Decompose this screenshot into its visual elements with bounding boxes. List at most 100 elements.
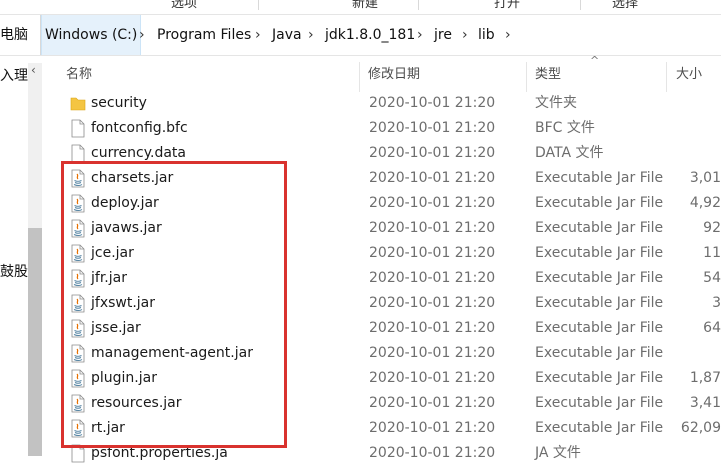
file-row[interactable]: javaws.jar 2020-10-01 21:20 Executable Jar… (60, 216, 721, 241)
jar-icon (70, 194, 86, 213)
chevron-right-icon[interactable]: › (462, 15, 468, 55)
file-name[interactable]: jfr.jar (91, 266, 127, 291)
breadcrumb-java[interactable]: Java (272, 15, 302, 55)
chevron-left-icon[interactable]: ‹ (31, 63, 36, 77)
file-type: DATA 文件 (535, 145, 604, 161)
breadcrumb-jdk[interactable]: jdk1.8.0_181 (325, 15, 415, 55)
file-name[interactable]: currency.data (91, 141, 186, 166)
file-type: Executable Jar File (535, 395, 664, 411)
file-icon (70, 444, 86, 463)
breadcrumb-windows-c[interactable]: Windows (C:) (41, 15, 142, 55)
ribbon-separator (258, 0, 259, 10)
file-name[interactable]: deploy.jar (91, 191, 159, 216)
file-date: 2020-10-01 21:20 (369, 245, 496, 261)
file-date: 2020-10-01 21:20 (369, 420, 496, 436)
file-type: Executable Jar File (535, 295, 664, 311)
nav-item-fragment[interactable]: 入理 (0, 65, 28, 85)
file-row[interactable]: charsets.jar 2020-10-01 21:20 Executable J… (60, 166, 721, 191)
column-header-size[interactable]: 大小 (676, 56, 702, 94)
nav-scrollbar-thumb[interactable] (28, 228, 42, 456)
file-date: 2020-10-01 21:20 (369, 195, 496, 211)
chevron-right-icon[interactable]: › (417, 15, 423, 55)
file-row[interactable]: jfxswt.jar 2020-10-01 21:20 Executable Jar… (60, 291, 721, 316)
file-size: 11 (703, 245, 721, 261)
file-date: 2020-10-01 21:20 (369, 220, 496, 236)
file-date: 2020-10-01 21:20 (369, 370, 496, 386)
file-size: 92 (703, 220, 721, 236)
file-name[interactable]: security (91, 91, 147, 116)
file-row[interactable]: jce.jar 2020-10-01 21:20 Executable Jar Fi… (60, 241, 721, 266)
column-header-name[interactable]: 名称 (66, 56, 92, 94)
file-date: 2020-10-01 21:20 (369, 295, 496, 311)
file-row[interactable]: fontconfig.bfc 2020-10-01 21:20 BFC 文件 (60, 116, 721, 141)
file-row[interactable]: jfr.jar 2020-10-01 21:20 Executable Jar Fi… (60, 266, 721, 291)
file-row[interactable]: jsse.jar 2020-10-01 21:20 Executable Jar F… (60, 316, 721, 341)
file-size: 1,87 (689, 370, 721, 386)
ribbon-label-open[interactable]: 打开 (494, 0, 520, 11)
file-row[interactable]: plugin.jar 2020-10-01 21:20 Executable Jar… (60, 366, 721, 391)
file-row[interactable]: resources.jar 2020-10-01 21:20 Executable … (60, 391, 721, 416)
file-name[interactable]: fontconfig.bfc (91, 116, 188, 141)
file-row[interactable]: psfont.properties.ja 2020-10-01 21:20 JA 文… (60, 441, 721, 466)
file-name[interactable]: jfxswt.jar (91, 291, 155, 316)
file-type: Executable Jar File (535, 270, 664, 286)
jar-icon (70, 419, 86, 438)
file-icon (70, 144, 86, 163)
file-name[interactable]: psfont.properties.ja (91, 441, 228, 466)
file-row[interactable]: deploy.jar 2020-10-01 21:20 Executable Jar… (60, 191, 721, 216)
file-size: 62,09 (680, 420, 721, 436)
column-header-type[interactable]: 类型 (535, 56, 561, 94)
file-type: 文件夹 (535, 95, 577, 111)
jar-icon (70, 319, 86, 338)
ribbon-label-new[interactable]: 新建 (352, 0, 378, 11)
chevron-right-icon[interactable]: › (308, 15, 314, 55)
file-type: Executable Jar File (535, 420, 664, 436)
file-row[interactable]: management-agent.jar 2020-10-01 21:20 Exec… (60, 341, 721, 366)
file-type: JA 文件 (535, 445, 581, 461)
file-row[interactable]: security 2020-10-01 21:20 文件夹 (60, 91, 721, 116)
file-date: 2020-10-01 21:20 (369, 95, 496, 111)
ribbon-separator (580, 0, 581, 10)
folder-icon (70, 94, 86, 113)
file-size: 3 (712, 295, 721, 311)
file-row[interactable]: rt.jar 2020-10-01 21:20 Executable Jar Fil… (60, 416, 721, 441)
column-header-date[interactable]: 修改日期 (368, 56, 420, 94)
column-divider[interactable] (526, 62, 527, 92)
ribbon-label-options[interactable]: 选项 (171, 0, 197, 11)
column-divider[interactable] (359, 62, 360, 92)
address-bar[interactable]: 电脑 Windows (C:) › Program Files › Java ›… (0, 14, 721, 56)
jar-icon (70, 369, 86, 388)
jar-icon (70, 244, 86, 263)
column-divider[interactable] (666, 62, 667, 92)
file-name[interactable]: charsets.jar (91, 166, 173, 191)
sort-indicator-icon: ^ (590, 54, 600, 67)
file-date: 2020-10-01 21:20 (369, 145, 496, 161)
file-row[interactable]: currency.data 2020-10-01 21:20 DATA 文件 (60, 141, 721, 166)
file-type: Executable Jar File (535, 245, 664, 261)
breadcrumb-jre[interactable]: jre (434, 15, 452, 55)
ribbon-separator (418, 0, 419, 10)
file-name[interactable]: resources.jar (91, 391, 182, 416)
nav-item-fragment[interactable]: 鼓股 (0, 261, 28, 281)
file-name[interactable]: jce.jar (91, 241, 134, 266)
breadcrumb-this-pc[interactable]: 电脑 (0, 15, 28, 55)
file-type: Executable Jar File (535, 320, 664, 336)
jar-icon (70, 344, 86, 363)
file-date: 2020-10-01 21:20 (369, 120, 496, 136)
file-type: Executable Jar File (535, 170, 664, 186)
file-size: 64 (703, 320, 721, 336)
breadcrumb-lib[interactable]: lib (478, 15, 495, 55)
breadcrumb-program-files[interactable]: Program Files (157, 15, 251, 55)
file-name[interactable]: jsse.jar (91, 316, 141, 341)
ribbon-label-select[interactable]: 选择 (612, 0, 638, 11)
chevron-right-icon[interactable]: › (505, 15, 511, 55)
file-icon (70, 119, 86, 138)
file-name[interactable]: rt.jar (91, 416, 125, 441)
file-name[interactable]: plugin.jar (91, 366, 157, 391)
chevron-right-icon[interactable]: › (255, 15, 261, 55)
file-name[interactable]: javaws.jar (91, 216, 162, 241)
file-name[interactable]: management-agent.jar (91, 341, 253, 366)
jar-icon (70, 394, 86, 413)
file-size: 3,01 (689, 170, 721, 186)
chevron-right-icon[interactable]: › (139, 15, 145, 55)
